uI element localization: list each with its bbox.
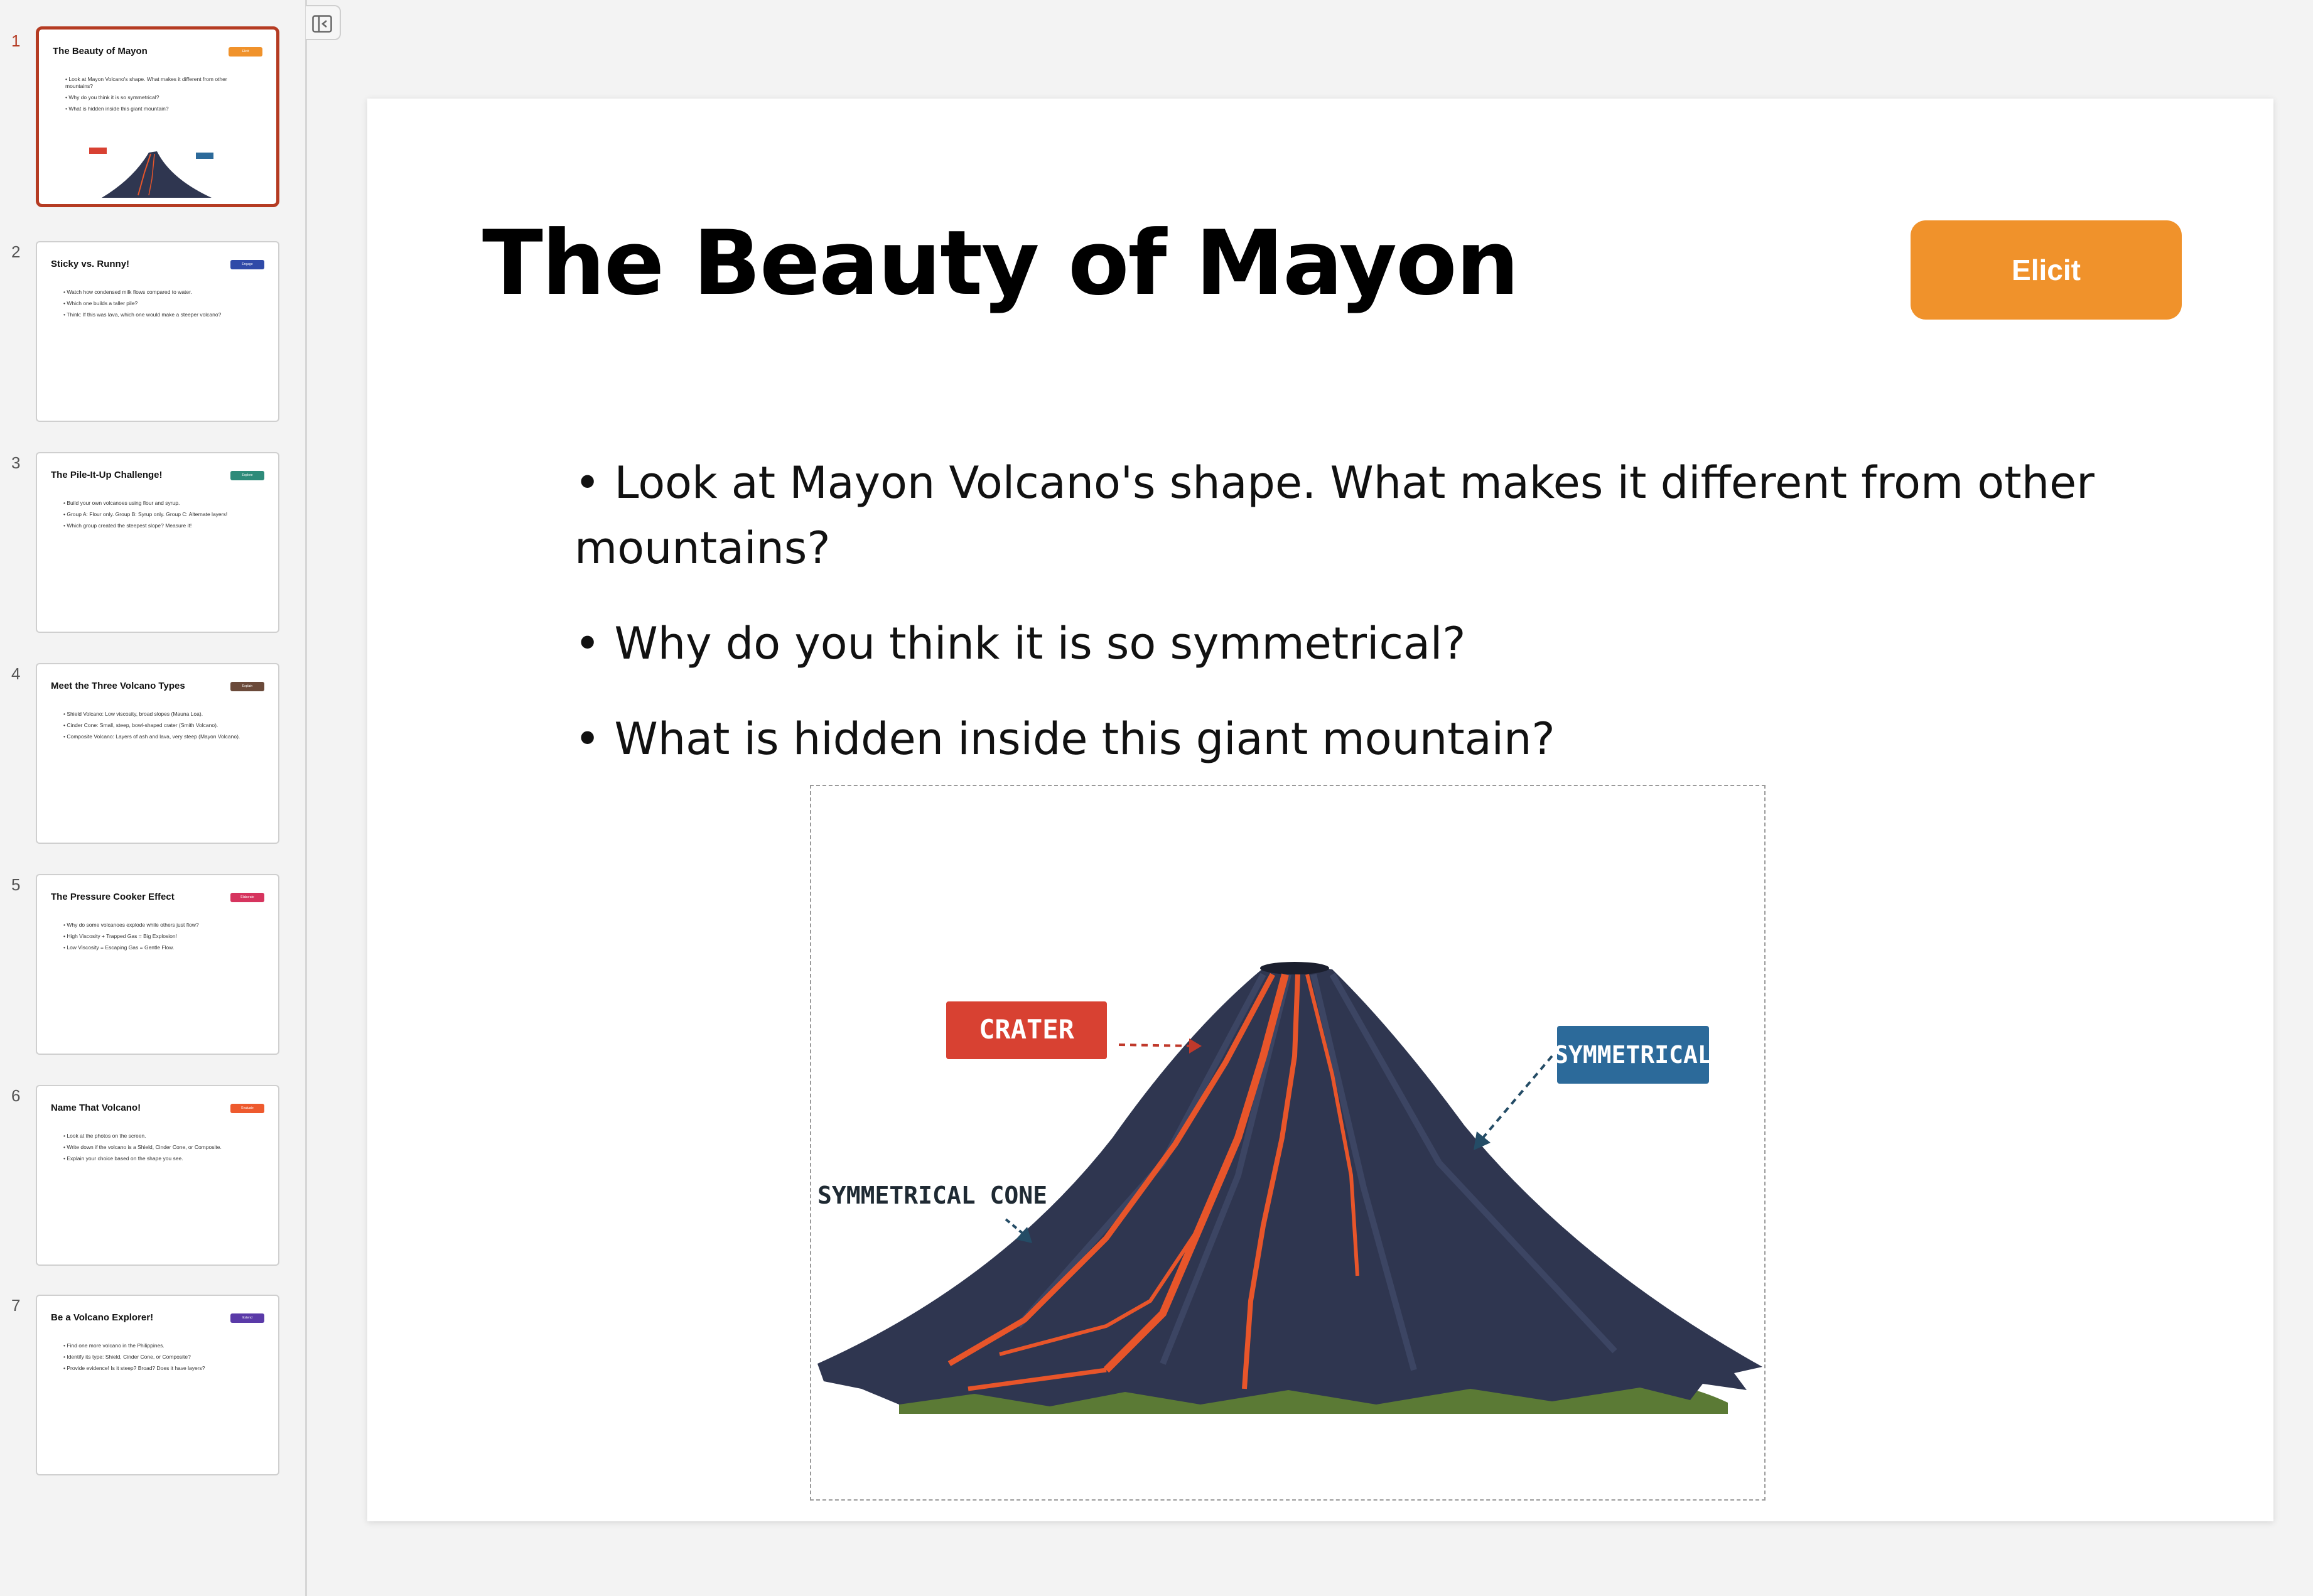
thumbnail-bullet: Think: If this was lava, which one would…	[63, 311, 252, 318]
volcano-illustration: CRATER SYMMETRICAL SYMMETRICAL CONE	[817, 962, 1762, 1414]
thumbnail-bullet: Look at Mayon Volcano's shape. What make…	[65, 76, 254, 90]
thumbnail-bullet: Composite Volcano: Layers of ash and lav…	[63, 733, 252, 740]
thumbnail-bullet: Look at the photos on the screen.	[63, 1133, 252, 1140]
thumbnail-bullet: Shield Volcano: Low viscosity, broad slo…	[63, 711, 252, 718]
collapse-sidebar-button[interactable]	[306, 5, 341, 40]
slide-canvas[interactable]: The Beauty of Mayon Elicit Look at Mayon…	[367, 99, 2273, 1521]
thumbnail-bullet: Which group created the steepest slope? …	[63, 522, 252, 529]
slide-thumbnail-7[interactable]: Be a Volcano Explorer! Extend Find one m…	[36, 1295, 279, 1475]
thumbnail-title: The Pile-It-Up Challenge!	[51, 470, 163, 480]
thumbnail-title: Be a Volcano Explorer!	[51, 1312, 154, 1323]
thumbnail-bullet: What is hidden inside this giant mountai…	[65, 105, 254, 112]
thumbnail-bullets: Look at the photos on the screen. Write …	[63, 1133, 252, 1167]
slide-thumbnail-5[interactable]: The Pressure Cooker Effect Elaborate Why…	[36, 874, 279, 1055]
thumbnail-bullets: Why do some volcanoes explode while othe…	[63, 922, 252, 956]
thumbnail-bullet: High Viscosity + Trapped Gas = Big Explo…	[63, 933, 252, 940]
slide-number: 6	[11, 1086, 21, 1105]
slide-number: 3	[11, 453, 21, 472]
thumbnail-bullet: Why do some volcanoes explode while othe…	[63, 922, 252, 929]
thumbnail-bullet: Low Viscosity = Escaping Gas = Gentle Fl…	[63, 944, 252, 951]
slide-title[interactable]: The Beauty of Mayon	[482, 212, 1519, 315]
thumbnail-title: The Beauty of Mayon	[53, 46, 148, 57]
thumbnail-bullets: Find one more volcano in the Philippines…	[63, 1342, 252, 1376]
thumbnail-bullet: Write down if the volcano is a Shield, C…	[63, 1144, 252, 1151]
elicit-tag[interactable]: Elicit	[1911, 220, 2182, 320]
volcano-image[interactable]: CRATER SYMMETRICAL SYMMETRICAL CONE	[810, 785, 1766, 1501]
thumbnail-badge: Elaborate	[230, 893, 264, 902]
slide-thumbnail-4[interactable]: Meet the Three Volcano Types Explain Shi…	[36, 663, 279, 844]
slide-number: 4	[11, 664, 21, 683]
symmetrical-cone-label: SYMMETRICAL CONE	[817, 1182, 1047, 1209]
thumbnail-title: The Pressure Cooker Effect	[51, 892, 175, 902]
bullet-item: What is hidden inside this giant mountai…	[574, 706, 2144, 772]
thumbnail-bullet: Build your own volcanoes using flour and…	[63, 500, 252, 507]
thumbnail-bullet: Group A: Flour only. Group B: Syrup only…	[63, 511, 252, 518]
thumbnail-badge: Explore	[230, 471, 264, 480]
thumbnail-bullets: Watch how condensed milk flows compared …	[63, 289, 252, 323]
slide-number: 5	[11, 875, 21, 894]
thumbnail-title: Name That Volcano!	[51, 1103, 141, 1113]
thumbnail-bullet: Identify its type: Shield, Cinder Cone, …	[63, 1354, 252, 1361]
thumbnail-badge: Explain	[230, 682, 264, 691]
slide-thumbnail-panel: 1 The Beauty of Mayon Elicit Look at May…	[0, 0, 307, 1596]
slide-number: 7	[11, 1296, 21, 1315]
slide-thumbnail-6[interactable]: Name That Volcano! Evaluate Look at the …	[36, 1085, 279, 1266]
thumbnail-bullet: Watch how condensed milk flows compared …	[63, 289, 252, 296]
thumbnail-bullets: Look at Mayon Volcano's shape. What make…	[65, 76, 254, 117]
thumbnail-volcano-image	[89, 148, 213, 198]
slide-thumbnail-2[interactable]: Sticky vs. Runny! Engage Watch how conde…	[36, 241, 279, 422]
thumbnail-bullet: Why do you think it is so symmetrical?	[65, 94, 254, 101]
thumbnail-badge: Elicit	[229, 47, 262, 57]
thumbnail-title: Meet the Three Volcano Types	[51, 681, 185, 691]
thumbnail-bullet: Provide evidence! Is it steep? Broad? Do…	[63, 1365, 252, 1372]
crater-label: CRATER	[979, 1014, 1074, 1045]
thumbnail-bullet: Which one builds a taller pile?	[63, 300, 252, 307]
thumbnail-bullet: Find one more volcano in the Philippines…	[63, 1342, 252, 1349]
thumbnail-bullet: Explain your choice based on the shape y…	[63, 1155, 252, 1162]
bullet-item: Look at Mayon Volcano's shape. What make…	[574, 450, 2144, 581]
thumbnail-bullet: Cinder Cone: Small, steep, bowl-shaped c…	[63, 722, 252, 729]
bullet-item: Why do you think it is so symmetrical?	[574, 611, 2144, 676]
collapse-sidebar-icon	[312, 15, 332, 33]
thumbnail-badge: Evaluate	[230, 1104, 264, 1113]
symmetrical-label: SYMMETRICAL	[1554, 1041, 1712, 1069]
thumbnail-badge: Extend	[230, 1313, 264, 1323]
slide-thumbnail-3[interactable]: The Pile-It-Up Challenge! Explore Build …	[36, 452, 279, 633]
thumbnail-badge: Engage	[230, 260, 264, 269]
slide-bullet-list[interactable]: Look at Mayon Volcano's shape. What make…	[574, 450, 2144, 802]
slide-number: 1	[11, 31, 21, 50]
slide-thumbnail-1[interactable]: The Beauty of Mayon Elicit Look at Mayon…	[36, 26, 279, 207]
thumbnail-bullets: Shield Volcano: Low viscosity, broad slo…	[63, 711, 252, 745]
thumbnail-title: Sticky vs. Runny!	[51, 259, 130, 269]
slide-number: 2	[11, 242, 21, 261]
thumbnail-bullets: Build your own volcanoes using flour and…	[63, 500, 252, 534]
